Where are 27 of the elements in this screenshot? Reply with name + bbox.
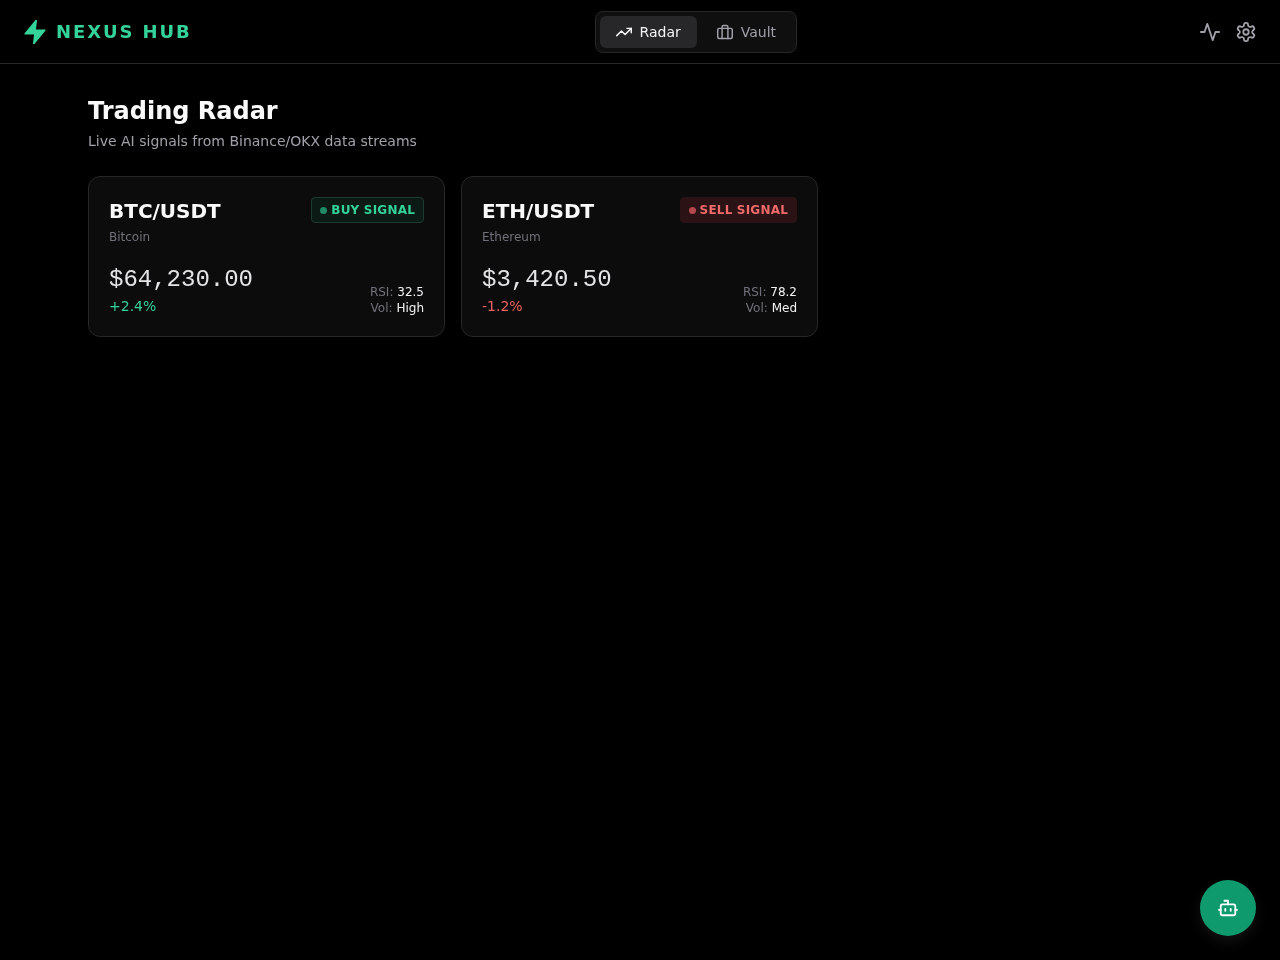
settings-icon[interactable] <box>1236 21 1256 42</box>
page-subtitle: Live AI signals from Binance/OKX data streams <box>88 132 418 151</box>
lightning-bolt-icon <box>24 19 46 44</box>
volume-stat: Vol: Med <box>744 300 797 316</box>
asset-name: Ethereum <box>482 229 542 245</box>
volume-stat: Vol: High <box>369 300 424 316</box>
status-dot-icon <box>688 206 696 214</box>
status-dot-icon <box>320 206 328 214</box>
nav-tab[interactable]: Vault <box>700 15 793 48</box>
signal-label: SELL SIGNAL <box>699 203 788 217</box>
rsi-stat: RSI: 32.5 <box>369 284 424 300</box>
price-change: -1.2% <box>482 297 524 316</box>
pair-symbol: BTC/USDT <box>109 198 221 225</box>
assistant-button[interactable] <box>1200 880 1256 936</box>
rsi-stat: RSI: 78.2 <box>742 284 797 300</box>
signal-label: BUY SIGNAL <box>331 203 415 217</box>
asset-price: $3,420.50 <box>482 265 612 295</box>
asset-price: $64,230.00 <box>109 265 254 295</box>
briefcase-icon <box>716 23 733 40</box>
nav-tab[interactable]: Radar <box>599 15 697 48</box>
page-title: Trading Radar <box>88 96 279 126</box>
app-logo: NEXUS HUB <box>56 21 192 42</box>
price-change: +2.4% <box>109 297 158 316</box>
robot-icon <box>1218 898 1238 918</box>
pair-symbol: ETH/USDT <box>482 198 595 225</box>
asset-name: Bitcoin <box>109 229 152 245</box>
pulse-icon[interactable] <box>1200 21 1220 42</box>
